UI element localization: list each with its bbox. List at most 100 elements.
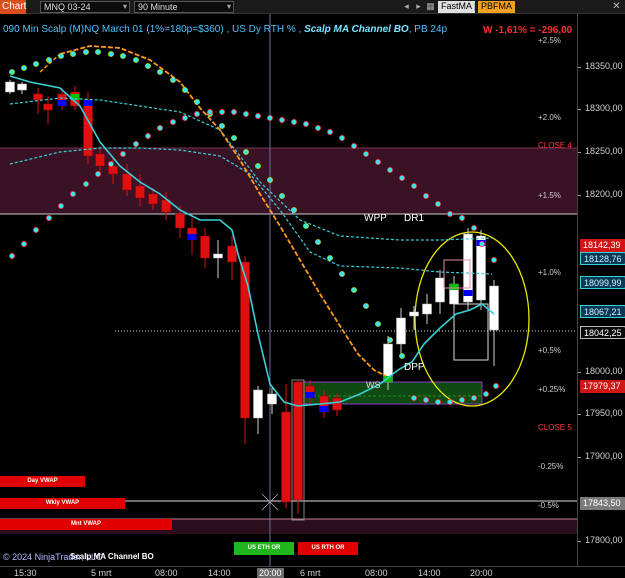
close-4-zone bbox=[0, 148, 577, 214]
sar-dot bbox=[387, 337, 393, 343]
price-tag-low: 17843,50 bbox=[580, 497, 625, 510]
sar-dot bbox=[46, 215, 52, 221]
label-dr1: DR1 bbox=[404, 213, 425, 224]
chart-title-text: 090 Min Scalp (M)NQ March 01 (1%=180p=$3… bbox=[3, 24, 302, 35]
sar-dot bbox=[170, 119, 176, 125]
price-tag-fast-ma: 18067,21 bbox=[580, 305, 625, 318]
close-icon[interactable]: ✕ bbox=[611, 1, 622, 12]
sar-dot bbox=[58, 203, 64, 209]
signal-marker bbox=[83, 100, 93, 106]
time-label: 6 mrt bbox=[300, 568, 321, 578]
label-dpp: DPP bbox=[404, 362, 425, 373]
sar-dot bbox=[279, 193, 285, 199]
sar-dot bbox=[157, 69, 163, 75]
sar-dot bbox=[145, 133, 151, 139]
chart-title-suffix: , PB 24p bbox=[408, 24, 448, 35]
signal-marker bbox=[57, 100, 67, 106]
candle-body bbox=[43, 103, 53, 111]
sar-dot bbox=[411, 183, 417, 189]
signal-marker bbox=[319, 406, 329, 412]
grid-icon[interactable]: ▦ bbox=[426, 2, 435, 11]
label-ws: WS bbox=[366, 380, 381, 390]
candle-body bbox=[95, 153, 105, 167]
sar-dot bbox=[145, 63, 151, 69]
sar-dot bbox=[339, 135, 345, 141]
sar-dot bbox=[459, 397, 465, 403]
sar-dot bbox=[157, 125, 163, 131]
candle-body bbox=[108, 165, 118, 175]
interval-selector[interactable]: 90 Minute ▾ bbox=[134, 1, 234, 13]
us-eth-or-tag: US ETH OR bbox=[234, 542, 294, 555]
time-label: 5 mrt bbox=[91, 568, 112, 578]
sar-dot bbox=[399, 353, 405, 359]
sar-dot bbox=[231, 135, 237, 141]
strategy-name: Scalp MA Channel BO bbox=[304, 24, 409, 35]
sar-dot bbox=[483, 391, 489, 397]
candle-body bbox=[489, 285, 499, 331]
time-label: 15:30 bbox=[14, 568, 37, 578]
sar-dot bbox=[447, 399, 453, 405]
signal-marker bbox=[463, 290, 473, 296]
fast-ma-line bbox=[9, 75, 495, 407]
sar-dot bbox=[255, 163, 261, 169]
chart-toolbar: Chart MNQ 03-24 ▾ 90 Minute ▾ ◂ ▸ ▦ Fast… bbox=[0, 0, 625, 14]
price-tag-ws: 17979,37 bbox=[580, 380, 625, 393]
sar-dot bbox=[194, 111, 200, 117]
time-axis[interactable]: 15:30 5 mrt 08:00 14:00 20:00 6 mrt 08:0… bbox=[0, 566, 625, 578]
sar-dot bbox=[83, 181, 89, 187]
candle-body bbox=[409, 311, 419, 317]
sar-dot bbox=[231, 109, 237, 115]
sar-dot bbox=[479, 241, 485, 247]
sar-dot bbox=[95, 49, 101, 55]
chart-tab[interactable]: Chart bbox=[0, 0, 26, 14]
signal-marker bbox=[305, 392, 315, 398]
sar-dot bbox=[291, 119, 297, 125]
sar-dot bbox=[423, 397, 429, 403]
instrument-selector[interactable]: MNQ 03-24 ▾ bbox=[40, 1, 130, 13]
sar-dot bbox=[267, 177, 273, 183]
sar-dot bbox=[375, 321, 381, 327]
sar-dot bbox=[108, 161, 114, 167]
level-minus-0-25: -0.25% bbox=[538, 462, 564, 471]
sar-dot bbox=[33, 227, 39, 233]
sar-dot bbox=[170, 77, 176, 83]
candle-body bbox=[422, 303, 432, 315]
monthly-vwap-tag: Mnt VWAP bbox=[0, 519, 172, 530]
pnl-readout: W -1,61% = -296,00 bbox=[483, 25, 573, 36]
day-vwap-tag: Day VWAP bbox=[0, 476, 85, 487]
strategy-footer-label: Scalp MA Channel BO bbox=[70, 552, 154, 561]
sar-dot bbox=[9, 69, 15, 75]
candle-body bbox=[253, 389, 263, 419]
time-label-cursor: 20:00 bbox=[257, 568, 284, 578]
price-axis[interactable]: 18350,00 18300,00 18250,00 18200,00 1800… bbox=[577, 14, 625, 566]
chart-panel[interactable]: 090 Min Scalp (M)NQ March 01 (1%=180p=$3… bbox=[0, 14, 577, 566]
sar-dot bbox=[411, 395, 417, 401]
sar-dot bbox=[194, 99, 200, 105]
arrow-right-icon[interactable]: ▸ bbox=[414, 2, 423, 11]
arrow-left-icon[interactable]: ◂ bbox=[402, 2, 411, 11]
sar-dot bbox=[46, 57, 52, 63]
sar-dot bbox=[491, 257, 497, 263]
sar-dot bbox=[243, 149, 249, 155]
sar-dot bbox=[399, 175, 405, 181]
candle-body bbox=[213, 253, 223, 259]
sar-dot bbox=[315, 239, 321, 245]
price-chart[interactable] bbox=[0, 14, 577, 566]
chevron-down-icon: ▾ bbox=[226, 2, 231, 11]
sar-dot bbox=[219, 123, 225, 129]
signal-marker bbox=[187, 234, 197, 240]
instrument-value: MNQ 03-24 bbox=[44, 2, 91, 12]
sar-dot bbox=[351, 287, 357, 293]
chart-title: 090 Min Scalp (M)NQ March 01 (1%=180p=$3… bbox=[3, 24, 447, 35]
label-wpp: WPP bbox=[364, 213, 387, 224]
sar-dot bbox=[471, 395, 477, 401]
us-rth-or-tag: US RTH OR bbox=[298, 542, 358, 555]
candle-body bbox=[148, 193, 158, 205]
level-close-5: CLOSE 5 bbox=[538, 423, 572, 432]
sar-dot bbox=[255, 113, 261, 119]
pbfma-button[interactable]: PBFMA bbox=[478, 1, 516, 13]
sar-dot bbox=[207, 109, 213, 115]
sar-dot bbox=[243, 111, 249, 117]
sar-dot bbox=[339, 271, 345, 277]
sar-dot bbox=[21, 241, 27, 247]
